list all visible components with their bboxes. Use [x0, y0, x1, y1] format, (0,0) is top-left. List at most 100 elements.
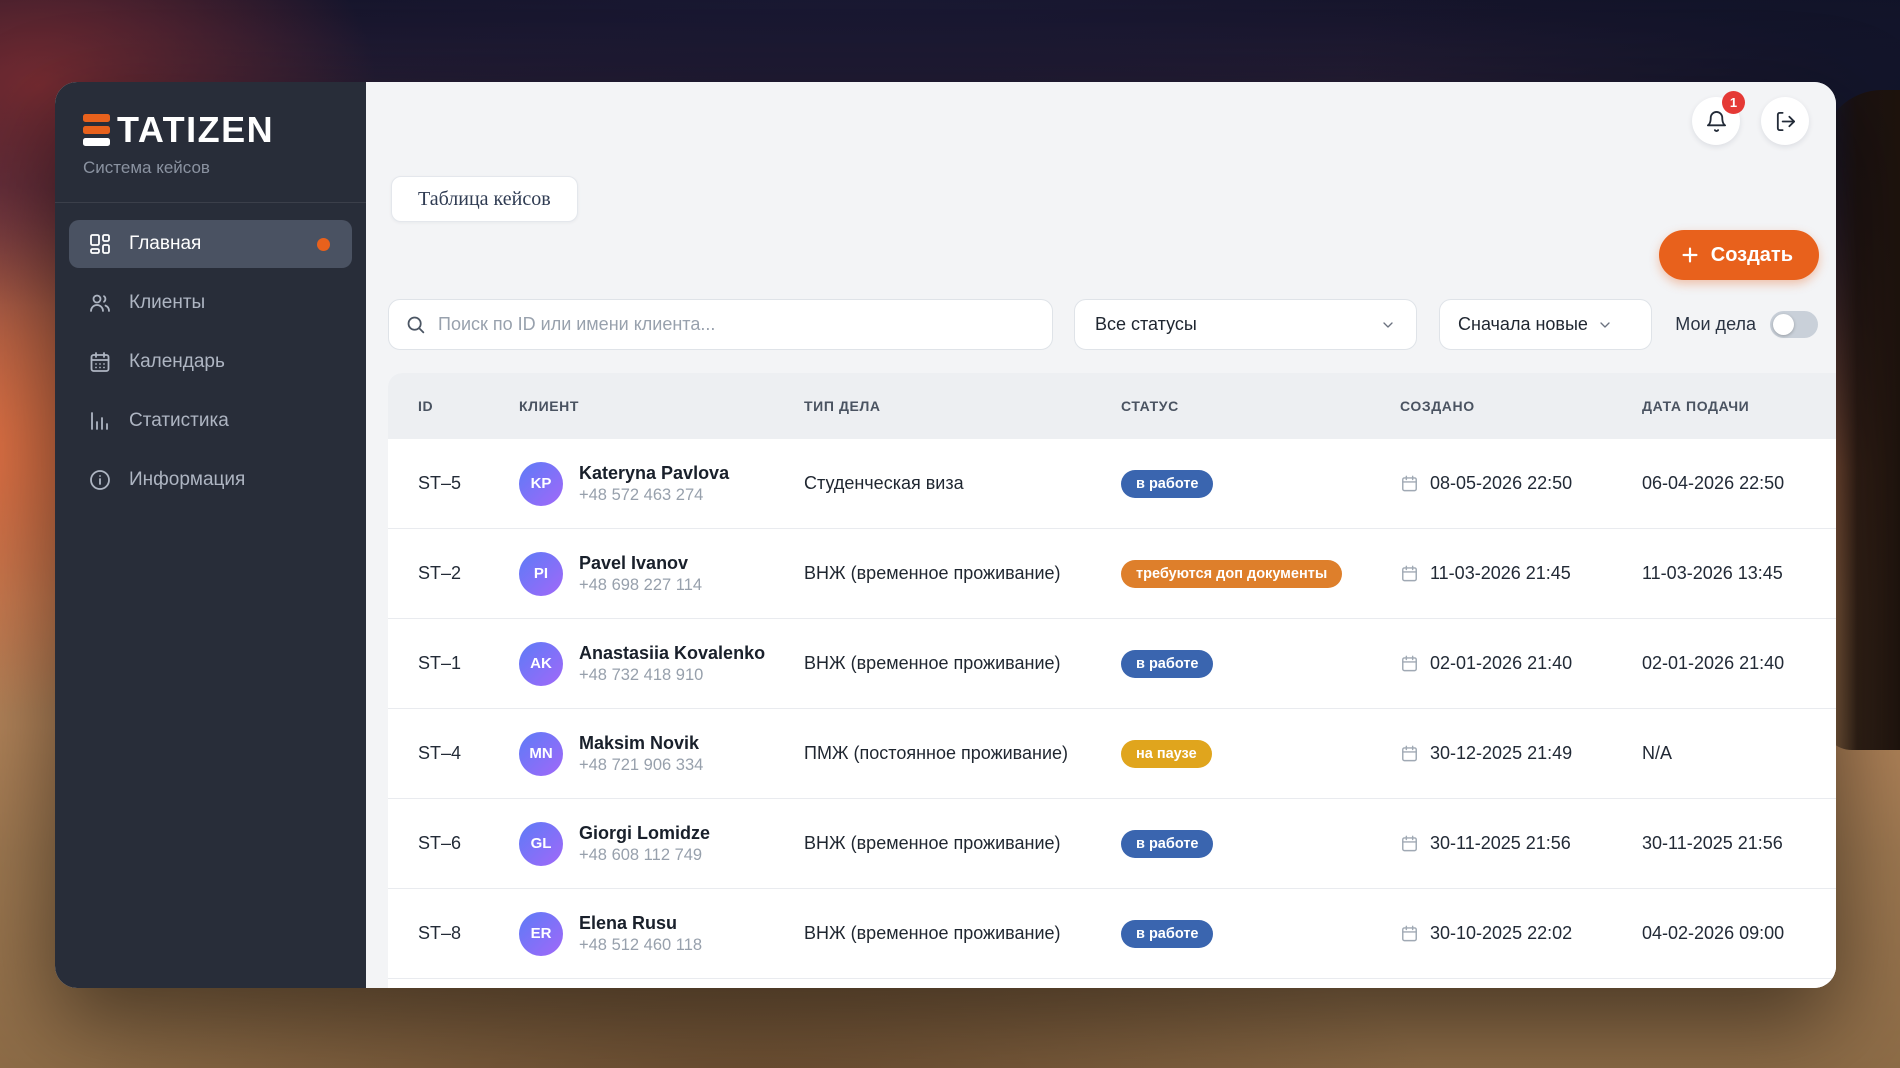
bar-chart-icon: [87, 408, 113, 434]
submission-date: 30-11-2025 21:56: [1642, 833, 1836, 854]
status-badge: в работе: [1121, 830, 1213, 858]
calendar-icon: [1400, 924, 1419, 943]
bell-icon: [1705, 110, 1728, 133]
calendar-icon: [1400, 474, 1419, 493]
my-cases-toggle[interactable]: [1770, 311, 1818, 338]
chevron-down-icon: [1380, 317, 1396, 333]
created-cell: 08-05-2026 22:50: [1400, 473, 1642, 494]
logo: TATIZEN Система кейсов: [55, 82, 366, 202]
client-name: Anastasiia Kovalenko: [579, 642, 765, 665]
created-cell: 30-12-2025 21:49: [1400, 743, 1642, 764]
create-button[interactable]: Создать: [1659, 230, 1819, 280]
avatar: GL: [519, 822, 563, 866]
sidebar-item-stats[interactable]: Статистика: [69, 397, 352, 445]
column-header-0: ID: [388, 398, 519, 414]
client-phone: +48 512 460 118: [579, 936, 702, 955]
table-row[interactable]: ST–4 MN Maksim Novik +48 721 906 334 ПМЖ…: [388, 709, 1836, 799]
logo-mark-icon: [83, 114, 110, 146]
status-cell: требуются доп документы: [1121, 560, 1400, 588]
client-cell: KP Kateryna Pavlova +48 572 463 274: [519, 462, 804, 506]
created-cell: 30-11-2025 21:56: [1400, 833, 1642, 854]
case-id: ST–2: [388, 563, 519, 584]
table-row[interactable]: ST–2 PI Pavel Ivanov +48 698 227 114 ВНЖ…: [388, 529, 1836, 619]
case-id: ST–4: [388, 743, 519, 764]
client-name: Pavel Ivanov: [579, 552, 702, 575]
avatar: PI: [519, 552, 563, 596]
table-row[interactable]: ST–5 KP Kateryna Pavlova +48 572 463 274…: [388, 439, 1836, 529]
logout-icon: [1774, 110, 1797, 133]
submission-date: 11-03-2026 13:45: [1642, 563, 1836, 584]
column-header-5: Дата подачи: [1642, 398, 1836, 414]
submission-date: 06-04-2026 22:50: [1642, 473, 1836, 494]
status-badge: на паузе: [1121, 740, 1212, 768]
main-area: 1 Таблица кейсов Создать Вс: [366, 82, 1836, 988]
column-header-2: Тип дела: [804, 398, 1121, 414]
client-phone: +48 732 418 910: [579, 666, 765, 685]
my-cases-filter: Мои дела: [1675, 311, 1818, 338]
notifications-button[interactable]: 1: [1692, 97, 1740, 145]
table-header-row: IDКлиентТип делаСтатусСозданоДата подачи: [388, 373, 1836, 439]
client-phone: +48 721 906 334: [579, 756, 703, 775]
status-badge: требуются доп документы: [1121, 560, 1342, 588]
case-id: ST–6: [388, 833, 519, 854]
status-cell: в работе: [1121, 830, 1400, 858]
avatar: KP: [519, 462, 563, 506]
status-cell: в работе: [1121, 650, 1400, 678]
status-filter-select[interactable]: Все статусы: [1074, 299, 1417, 350]
tab-cases-table[interactable]: Таблица кейсов: [391, 176, 578, 222]
sidebar-item-calendar[interactable]: Календарь: [69, 338, 352, 386]
sidebar-item-home[interactable]: Главная: [69, 220, 352, 268]
column-header-1: Клиент: [519, 398, 804, 414]
my-cases-label: Мои дела: [1675, 314, 1756, 335]
table-row[interactable]: ST–6 GL Giorgi Lomidze +48 608 112 749 В…: [388, 799, 1836, 889]
calendar-icon: [1400, 834, 1419, 853]
client-cell: ER Elena Rusu +48 512 460 118: [519, 912, 804, 956]
client-name: Elena Rusu: [579, 912, 702, 935]
search-box: [388, 299, 1053, 350]
sidebar: TATIZEN Система кейсов Главная Клиенты К…: [55, 82, 366, 988]
client-name: Giorgi Lomidze: [579, 822, 710, 845]
users-icon: [87, 290, 113, 316]
created-cell: 11-03-2026 21:45: [1400, 563, 1642, 584]
client-cell: AK Anastasiia Kovalenko +48 732 418 910: [519, 642, 804, 686]
notification-count-badge: 1: [1722, 91, 1745, 114]
submission-date: 04-02-2026 09:00: [1642, 923, 1836, 944]
status-badge: в работе: [1121, 920, 1213, 948]
status-cell: в работе: [1121, 920, 1400, 948]
app-window: TATIZEN Система кейсов Главная Клиенты К…: [55, 82, 1836, 988]
cases-table: IDКлиентТип делаСтатусСозданоДата подачи…: [388, 373, 1836, 988]
avatar: MN: [519, 732, 563, 776]
calendar-icon: [1400, 654, 1419, 673]
logout-button[interactable]: [1761, 97, 1809, 145]
created-cell: 30-10-2025 22:02: [1400, 923, 1642, 944]
column-header-3: Статус: [1121, 398, 1400, 414]
sidebar-item-info[interactable]: Информация: [69, 456, 352, 504]
search-input[interactable]: [438, 314, 1036, 335]
case-type: ВНЖ (временное проживание): [804, 653, 1121, 674]
client-cell: MN Maksim Novik +48 721 906 334: [519, 732, 804, 776]
calendar-icon: [1400, 744, 1419, 763]
case-type: ВНЖ (временное проживание): [804, 923, 1121, 944]
plus-icon: [1679, 244, 1701, 266]
logo-text: TATIZEN: [117, 112, 274, 148]
client-name: Kateryna Pavlova: [579, 462, 729, 485]
table-row[interactable]: ST–1 AK Anastasiia Kovalenko +48 732 418…: [388, 619, 1836, 709]
dashboard-icon: [87, 231, 113, 257]
table-row[interactable]: ST–8 ER Elena Rusu +48 512 460 118 ВНЖ (…: [388, 889, 1836, 979]
calendar-icon: [1400, 564, 1419, 583]
info-icon: [87, 467, 113, 493]
case-id: ST–1: [388, 653, 519, 674]
case-type: ВНЖ (временное проживание): [804, 563, 1121, 584]
column-header-4: Создано: [1400, 398, 1642, 414]
case-type: ВНЖ (временное проживание): [804, 833, 1121, 854]
sidebar-item-clients[interactable]: Клиенты: [69, 279, 352, 327]
case-type: Студенческая виза: [804, 473, 1121, 494]
logo-subtitle: Система кейсов: [83, 158, 338, 178]
client-cell: GL Giorgi Lomidze +48 608 112 749: [519, 822, 804, 866]
status-badge: в работе: [1121, 650, 1213, 678]
chevron-down-icon: [1597, 317, 1613, 333]
submission-date: 02-01-2026 21:40: [1642, 653, 1836, 674]
topbar: 1: [1692, 97, 1809, 145]
sort-select[interactable]: Сначала новые: [1439, 299, 1652, 350]
active-indicator-dot: [317, 238, 330, 251]
